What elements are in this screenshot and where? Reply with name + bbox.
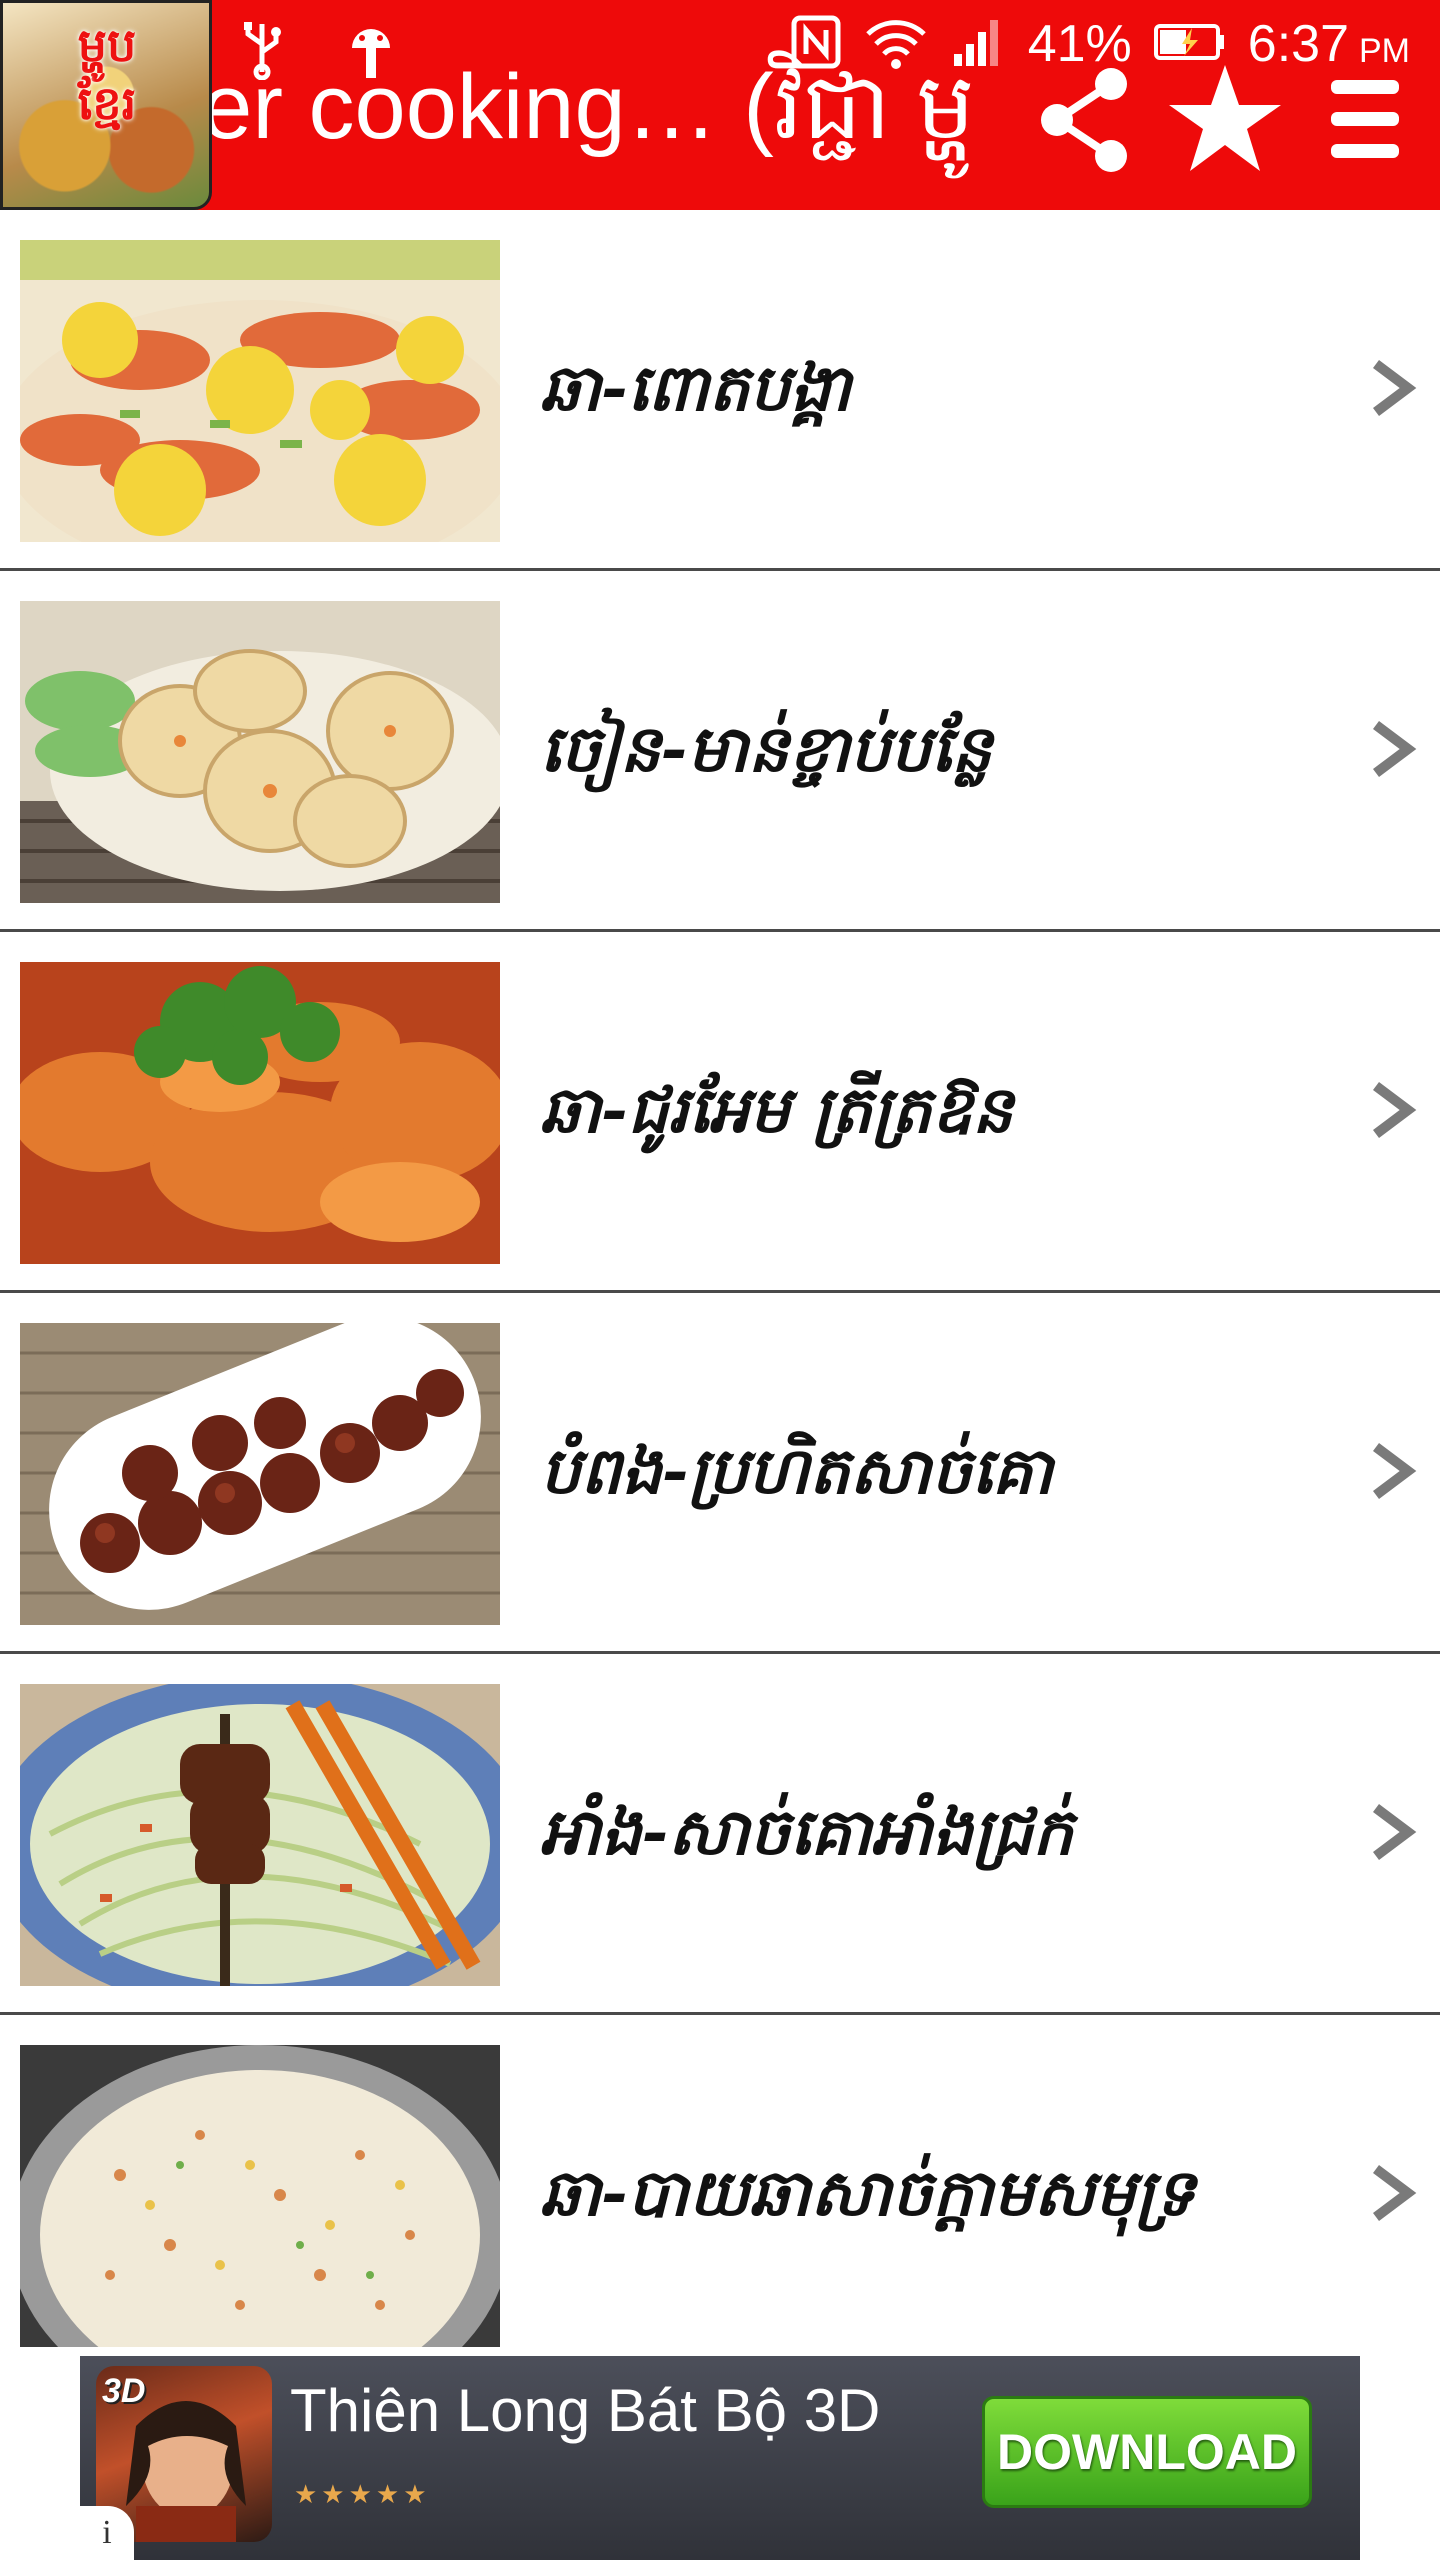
logo-line-2: ខ្មែរ: [77, 75, 137, 130]
recipe-list-item[interactable]: អាំង-សាច់គោអាំងជ្រក់: [0, 1654, 1440, 2015]
clock-ampm: PM: [1359, 31, 1410, 70]
usb-icon: [240, 20, 284, 84]
chevron-right-icon: [1373, 1804, 1417, 1860]
app-logo-text: ម្ហូប ខ្មែរ: [9, 17, 205, 132]
recipe-thumbnail: [20, 1684, 500, 1986]
recipe-thumbnail: [20, 2045, 500, 2347]
recipe-title: ឆា-បាយឆាសាច់ក្តាមសមុទ្រ: [540, 2156, 1195, 2231]
recipe-list-item[interactable]: ឆា-ពោតបង្គា: [0, 210, 1440, 571]
ad-title: Thiên Long Bát Bộ 3D: [290, 2377, 881, 2444]
chevron-right-icon: [1373, 2165, 1417, 2221]
logo-line-1: ម្ហូប: [77, 18, 137, 72]
nfc-icon: [790, 14, 842, 74]
chevron-right-icon: [1373, 360, 1417, 416]
ad-banner[interactable]: 3D Thiên Long Bát Bộ 3D ★★★★★ DOWNLOAD i: [80, 2356, 1360, 2560]
app-logo[interactable]: ម្ហូប ខ្មែរ: [0, 0, 212, 210]
ad-info-icon[interactable]: i: [80, 2506, 134, 2560]
ad-rating: ★★★★★: [294, 2480, 431, 2510]
clock-time: 6:37: [1247, 15, 1349, 73]
recipe-list-item[interactable]: ចៀន-មាន់ខ្ចាប់បន្លែ: [0, 571, 1440, 932]
recipe-title: បំពង-ប្រហិតសាច់គោ: [540, 1434, 1053, 1509]
recipe-title: ចៀន-មាន់ខ្ចាប់បន្លែ: [540, 712, 992, 787]
recipe-title: អាំង-សាច់គោអាំងជ្រក់: [540, 1795, 1074, 1870]
recipe-list-item[interactable]: បំពង-ប្រហិតសាច់គោ: [0, 1293, 1440, 1654]
recipe-list-item[interactable]: ឆា-បាយឆាសាច់ក្តាមសមុទ្រ: [0, 2015, 1440, 2376]
battery-charging-icon: [1153, 22, 1226, 66]
download-button[interactable]: DOWNLOAD: [982, 2396, 1312, 2508]
recipe-title: ឆា-ជូរអែម ត្រីត្រឱន: [540, 1073, 1013, 1148]
signal-icon: [950, 14, 1006, 74]
battery-percent: 41%: [1027, 15, 1132, 73]
android-debug-icon: [344, 18, 398, 86]
ad-icon-tag: 3D: [102, 2372, 146, 2410]
chevron-right-icon: [1373, 721, 1417, 777]
wifi-icon: [864, 14, 928, 74]
app-bar: 41% 6:37 PM ner cooking… (វិជ្ជា ម្ហូ: [0, 0, 1440, 210]
recipe-list-item[interactable]: ឆា-ជូរអែម ត្រីត្រឱន: [0, 932, 1440, 1293]
recipe-thumbnail: [20, 240, 500, 542]
chevron-right-icon: [1373, 1443, 1417, 1499]
recipe-thumbnail: [20, 962, 500, 1264]
recipe-thumbnail: [20, 601, 500, 903]
recipe-title: ឆា-ពោតបង្គា: [540, 351, 851, 426]
recipe-thumbnail: [20, 1323, 500, 1625]
chevron-right-icon: [1373, 1082, 1417, 1138]
recipe-list: ឆា-ពោតបង្គា ចៀន-មាន់ខ្ចាប់បន្លែ ឆា-ជូរអែ…: [0, 210, 1440, 2376]
status-bar: 41% 6:37 PM: [0, 0, 1440, 100]
